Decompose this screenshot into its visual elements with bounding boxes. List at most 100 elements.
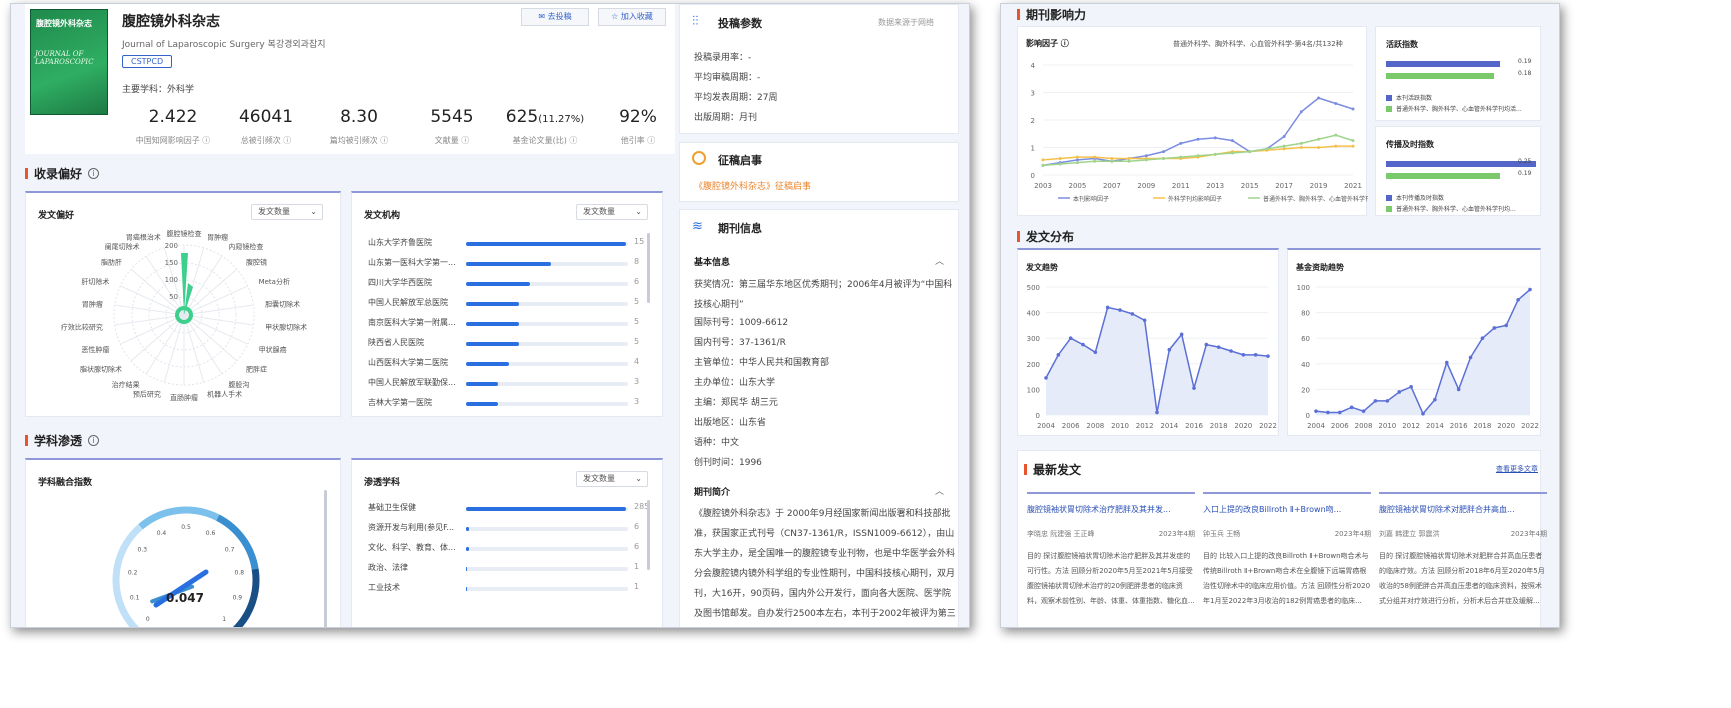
article-card[interactable]: 腹腔镜袖状胃切除术治疗肥胖及其并发... 李晓忠 阮建强 王正峰 2023年4期 目的… xyxy=(1027,492,1195,605)
impact-point xyxy=(1248,150,1252,154)
pen-dropdown[interactable]: 发文数量 ⌄ xyxy=(576,471,648,487)
view-more-link[interactable]: 查看更多文章 xyxy=(1496,464,1538,474)
x-tick: 2019 xyxy=(1310,182,1328,190)
inst-scrollbar[interactable] xyxy=(647,233,650,303)
bar-row-count: 15 xyxy=(634,237,645,246)
y-tick: 1 xyxy=(1031,145,1035,153)
impact-point xyxy=(1093,155,1097,159)
pref-card: 发文偏好 发文数量 ⌄ 腹腔镜检查 胃肿瘤 内窥镜检查 腹腔镜 Meta分析 胆囊切除术 甲状… xyxy=(25,191,341,417)
fusion-gauge: 0 0.1 0.2 0.3 0.4 0.5 0.6 0.7 0.8 0.9 1 xyxy=(112,506,260,627)
impact-point xyxy=(1351,139,1355,143)
article-body: 目的 比较入口上提的改良Billroth Ⅱ+Brown吻合术与传统Billro… xyxy=(1203,552,1371,605)
bar-row-name: 基础卫生保健 xyxy=(368,503,416,512)
article-authors: 钟玉兵 王畅 xyxy=(1203,530,1241,538)
bar-row-count: 1 xyxy=(634,582,640,591)
index-value: 0.18 xyxy=(1518,70,1532,77)
bar-row[interactable]: 山西医科大学第二医院 4 xyxy=(368,357,658,371)
section-title: 期刊影响力 xyxy=(1026,8,1087,22)
fusion-card: 学科融合指数 0 0.1 0.2 0.3 0.4 0.5 0.6 0.7 0.8 0.9 1 0.0… xyxy=(25,458,341,627)
impact-point xyxy=(1041,158,1045,162)
article-date: 2023年4期 xyxy=(1158,530,1195,538)
bar-row-fill xyxy=(466,262,552,266)
bar-row-fill xyxy=(466,402,498,406)
polar-label: 脂状腺切除术 xyxy=(80,365,122,374)
param-item: 投稿录用率：- xyxy=(694,53,752,63)
bar-row[interactable]: 山东第一医科大学第一... 8 xyxy=(368,257,658,271)
inst-dropdown[interactable]: 发文数量 ⌄ xyxy=(576,204,648,220)
chevron-up-icon[interactable]: ︿ xyxy=(935,254,944,267)
polar-label: 胃肿瘤 xyxy=(82,299,103,308)
polar-tick: 150 xyxy=(165,259,178,267)
notice-link[interactable]: 《腹腔镜外科杂志》征稿启事 xyxy=(694,179,811,192)
favorite-button[interactable]: ☆ 加入收藏 xyxy=(598,8,666,26)
bar-row-count: 4 xyxy=(634,357,640,366)
x-tick: 2004 xyxy=(1307,422,1325,430)
bar-row[interactable]: 基础卫生保健 285 xyxy=(368,502,658,516)
fusion-scrollbar[interactable] xyxy=(324,490,327,627)
article-card[interactable]: 腹腔镜袖状胃切除术对肥胖合并高血... 刘嘉 韩建立 郭震洪 2023年4期 目的 探… xyxy=(1379,492,1547,605)
info-item: 主编：郑民华 胡三元 xyxy=(694,398,778,408)
index-value: 0.25 xyxy=(1518,158,1532,165)
area-point xyxy=(1433,397,1437,402)
impact-point xyxy=(1230,151,1234,155)
impact-point xyxy=(1299,110,1303,114)
pref-title: 发文偏好 xyxy=(38,211,75,221)
basic-info-header: 基本信息 xyxy=(694,258,731,268)
pen-title: 渗透学科 xyxy=(364,478,401,488)
pen-scrollbar[interactable] xyxy=(647,500,650,570)
area-point xyxy=(1056,353,1061,357)
pref-dropdown[interactable]: 发文数量 ⌄ xyxy=(251,204,323,220)
impact-point xyxy=(1144,158,1148,162)
submit-button[interactable]: ✉ 去投稿 xyxy=(521,8,589,26)
area-point xyxy=(1314,409,1318,413)
x-tick: 2012 xyxy=(1402,422,1420,430)
bar-row[interactable]: 南京医科大学第一附属... 5 xyxy=(368,317,658,331)
bar-row-count: 1 xyxy=(634,562,640,571)
pref-dropdown-label: 发文数量 xyxy=(258,207,290,216)
area-point xyxy=(1130,312,1135,316)
article-title[interactable]: 腹腔镜袖状胃切除术对肥胖合并高血... xyxy=(1379,504,1547,515)
bar-row[interactable]: 资源开发与利用(参见F... 6 xyxy=(368,522,658,536)
article-card[interactable]: 入口上提的改良Billroth Ⅱ+Brown吻... 钟玉兵 王畅 2023年4期… xyxy=(1203,492,1371,605)
info-icon[interactable]: i xyxy=(88,168,100,179)
bar-row[interactable]: 山东大学齐鲁医院 15 xyxy=(368,237,658,251)
chevron-up-icon[interactable]: ︿ xyxy=(935,484,944,497)
fund-area-chart: 0 20 40 60 80 100 2004 2006 2008 2010 2012 2014 2016… xyxy=(1297,284,1539,430)
bar-row[interactable]: 中国人民解放军联勤保... 3 xyxy=(368,377,658,391)
bar-row-fill xyxy=(466,242,626,246)
x-tick: 2016 xyxy=(1450,422,1468,430)
info-item: 国内刊号：37-1361/R xyxy=(694,338,786,348)
spread-index-card: 传播及时指数 0.25 0.19 本刊传播及时指数 普通外科学、胸外科学、心血管外科学… xyxy=(1375,126,1541,216)
index-legend: 本刊活跃指数 普通外科学、胸外科学、心血管外科学刊均活... xyxy=(1386,93,1522,115)
article-title[interactable]: 腹腔镜袖状胃切除术治疗肥胖及其并发... xyxy=(1027,504,1195,515)
impact-point xyxy=(1058,157,1062,160)
article-title[interactable]: 入口上提的改良Billroth Ⅱ+Brown吻... xyxy=(1203,504,1371,515)
y-tick: 400 xyxy=(1027,310,1040,318)
impact-point xyxy=(1075,161,1079,165)
area-point xyxy=(1456,387,1461,392)
gauge-tick: 0.1 xyxy=(130,595,140,602)
bar-row[interactable]: 吉林大学第一医院 3 xyxy=(368,397,658,411)
polar-label: 胆囊切除术 xyxy=(265,299,300,308)
bar-row[interactable]: 文化、科学、教育、体... 6 xyxy=(368,542,658,556)
cover-logo-text: JOURNAL OF LAPAROSCOPIC xyxy=(35,50,94,66)
polar-label: 恶性肿瘤 xyxy=(81,345,109,354)
legend-label: 普通外科学、胸外科学、心血管外科学刊均... xyxy=(1263,195,1368,203)
bar-row-name: 吉林大学第一医院 xyxy=(368,398,432,407)
bar-row[interactable]: 陕西省人民医院 5 xyxy=(368,337,658,351)
bar-row[interactable]: 中国人民解放军总医院 5 xyxy=(368,297,658,311)
info-item: 创刊时间：1996 xyxy=(694,458,762,468)
section-title: 最新发文 xyxy=(1033,463,1082,477)
index-bar xyxy=(1386,173,1500,179)
bar-row[interactable]: 政治、法律 1 xyxy=(368,562,658,576)
legend-label: 本刊传播及时指数 xyxy=(1396,195,1445,202)
layers-icon: ≋ xyxy=(692,219,703,234)
bar-row[interactable]: 工业技术 1 xyxy=(368,582,658,596)
article-body: 目的 探讨腹腔镜袖状胃切除术治疗肥胖及其并发症的可行性。方法 回顾分析2020年… xyxy=(1027,552,1195,605)
area-point xyxy=(1444,360,1449,365)
bar-row-name: 文化、科学、教育、体... xyxy=(368,543,456,552)
info-icon[interactable]: i xyxy=(88,435,100,446)
y-tick: 0 xyxy=(1306,412,1310,420)
bar-row[interactable]: 四川大学华西医院 6 xyxy=(368,277,658,291)
gauge-tick: 0 xyxy=(146,616,150,623)
